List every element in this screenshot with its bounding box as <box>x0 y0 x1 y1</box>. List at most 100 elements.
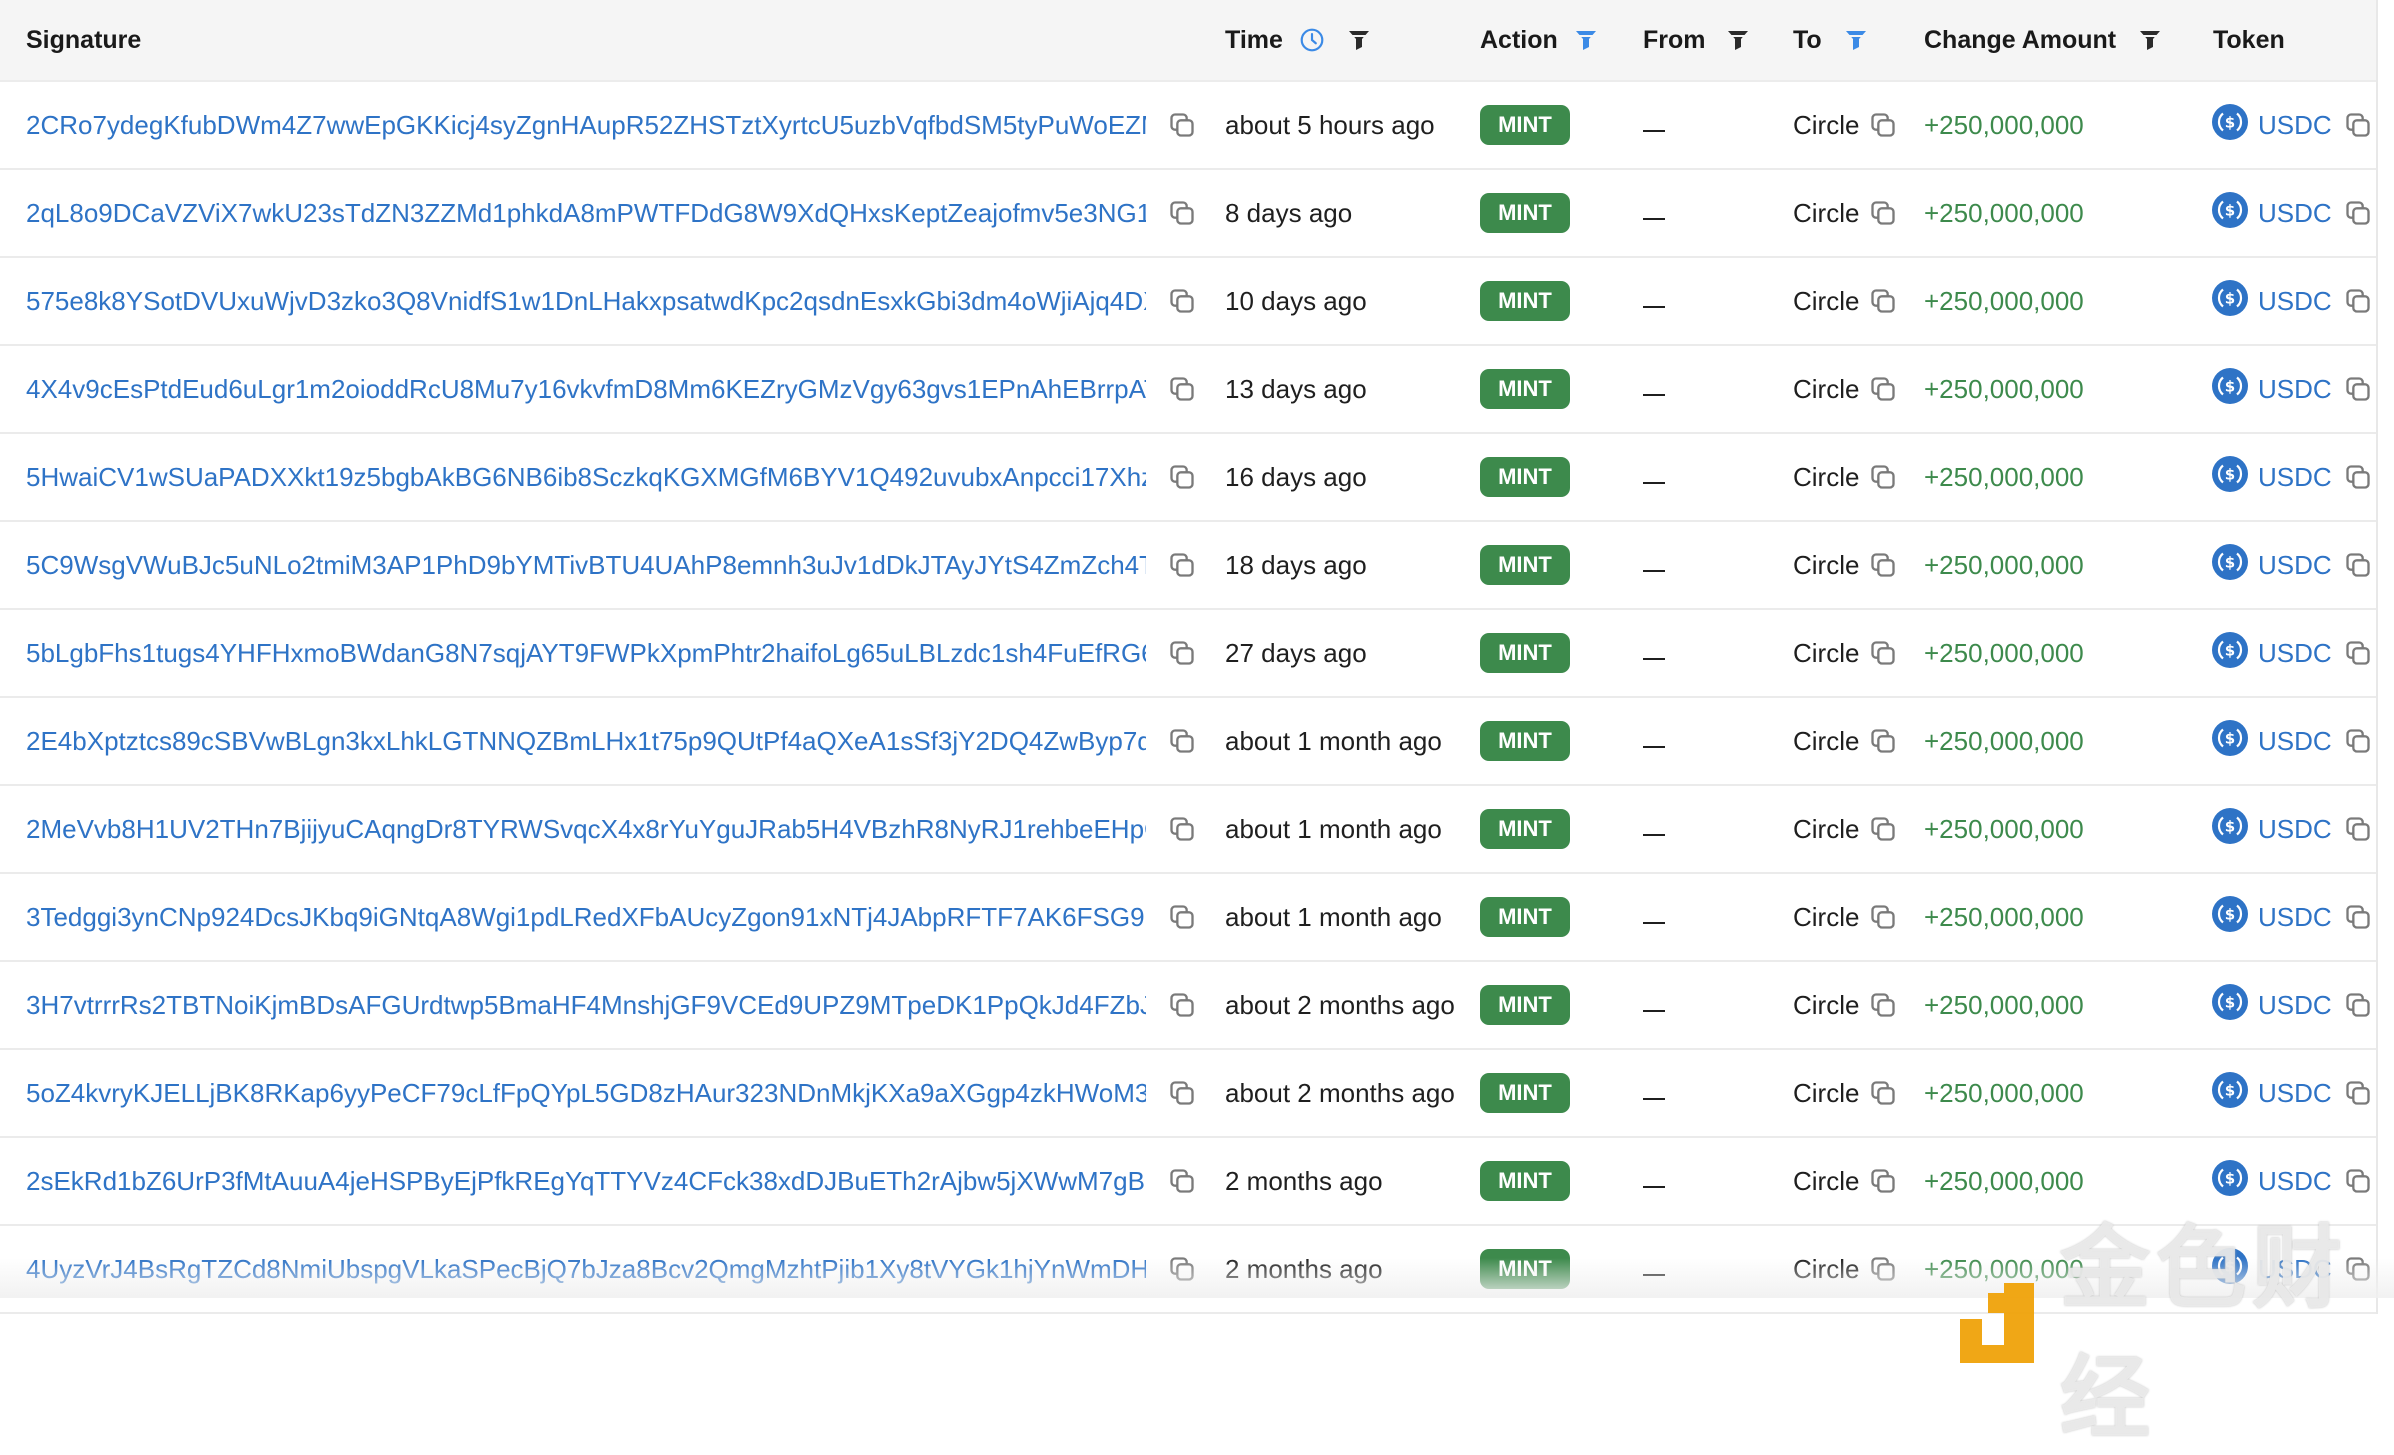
signature-link[interactable]: 2qL8o9DCaVZViX7wkU23sTdZN3ZZMd1phkdA8mPW… <box>26 198 1146 229</box>
token-link[interactable]: USDC <box>2258 1078 2332 1109</box>
signature-link[interactable]: 2E4bXptztcs89cSBVwBLgn3kxLhkLGTNNQZBmLHx… <box>26 726 1146 757</box>
token-link[interactable]: USDC <box>2258 638 2332 669</box>
filter-icon-active[interactable] <box>1574 28 1598 52</box>
to-label[interactable]: Circle <box>1793 462 1859 493</box>
copy-signature-button[interactable] <box>1168 82 1196 168</box>
copy-icon[interactable] <box>1869 815 1897 843</box>
copy-signature-button[interactable] <box>1168 698 1196 784</box>
copy-icon[interactable] <box>1869 1079 1897 1107</box>
signature-link[interactable]: 575e8k8YSotDVUxuWjvD3zko3Q8VnidfS1w1DnLH… <box>26 286 1146 317</box>
signature-link[interactable]: 2sEkRd1bZ6UrP3fMtAuuA4jeHSPByEjPfkREgYqT… <box>26 1166 1146 1197</box>
copy-signature-button[interactable] <box>1168 434 1196 520</box>
copy-icon[interactable] <box>1168 727 1196 755</box>
signature-link[interactable]: 3H7vtrrrRs2TBTNoiKjmBDsAFGUrdtwp5BmaHF4M… <box>26 990 1146 1021</box>
to-label[interactable]: Circle <box>1793 638 1859 669</box>
copy-icon[interactable] <box>1168 1255 1196 1283</box>
copy-icon[interactable] <box>1869 199 1897 227</box>
copy-icon[interactable] <box>2344 287 2372 315</box>
to-label[interactable]: Circle <box>1793 550 1859 581</box>
signature-link[interactable]: 4UyzVrJ4BsRgTZCd8NmiUbspgVLkaSPecBjQ7bJz… <box>26 1254 1146 1285</box>
copy-icon[interactable] <box>1168 199 1196 227</box>
token-link[interactable]: USDC <box>2258 1166 2332 1197</box>
token-link[interactable]: USDC <box>2258 990 2332 1021</box>
signature-link[interactable]: 5oZ4kvryKJELLjBK8RKap6yyPeCF79cLfFpQYpL5… <box>26 1078 1146 1109</box>
copy-signature-button[interactable] <box>1168 610 1196 696</box>
token-link[interactable]: USDC <box>2258 462 2332 493</box>
copy-icon[interactable] <box>2344 1167 2372 1195</box>
copy-icon[interactable] <box>1869 287 1897 315</box>
token-link[interactable]: USDC <box>2258 198 2332 229</box>
copy-signature-button[interactable] <box>1168 346 1196 432</box>
copy-signature-button[interactable] <box>1168 786 1196 872</box>
copy-icon[interactable] <box>1869 727 1897 755</box>
copy-signature-button[interactable] <box>1168 522 1196 608</box>
copy-icon[interactable] <box>1869 551 1897 579</box>
copy-icon[interactable] <box>1168 903 1196 931</box>
copy-icon[interactable] <box>2344 903 2372 931</box>
copy-icon[interactable] <box>1168 375 1196 403</box>
token-link[interactable]: USDC <box>2258 374 2332 405</box>
copy-icon[interactable] <box>2344 639 2372 667</box>
filter-icon[interactable] <box>1347 28 1371 52</box>
signature-link[interactable]: 2MeVvb8H1UV2THn7BjijyuCAqngDr8TYRWSvqcX4… <box>26 814 1146 845</box>
copy-signature-button[interactable] <box>1168 1050 1196 1136</box>
to-label[interactable]: Circle <box>1793 1078 1859 1109</box>
copy-icon[interactable] <box>1168 551 1196 579</box>
copy-icon[interactable] <box>1869 1255 1897 1283</box>
copy-icon[interactable] <box>1869 1167 1897 1195</box>
copy-icon[interactable] <box>2344 111 2372 139</box>
copy-icon[interactable] <box>1168 991 1196 1019</box>
to-label[interactable]: Circle <box>1793 726 1859 757</box>
token-link[interactable]: USDC <box>2258 814 2332 845</box>
filter-icon[interactable] <box>1726 28 1750 52</box>
copy-icon[interactable] <box>1168 463 1196 491</box>
to-label[interactable]: Circle <box>1793 990 1859 1021</box>
token-link[interactable]: USDC <box>2258 550 2332 581</box>
copy-icon[interactable] <box>1869 111 1897 139</box>
copy-icon[interactable] <box>1869 463 1897 491</box>
to-label[interactable]: Circle <box>1793 286 1859 317</box>
to-label[interactable]: Circle <box>1793 110 1859 141</box>
copy-icon[interactable] <box>1168 1167 1196 1195</box>
copy-icon[interactable] <box>1869 639 1897 667</box>
signature-link[interactable]: 4X4v9cEsPtdEud6uLgr1m2oioddRcU8Mu7y16vkv… <box>26 374 1146 405</box>
to-label[interactable]: Circle <box>1793 198 1859 229</box>
copy-icon[interactable] <box>2344 551 2372 579</box>
token-link[interactable]: USDC <box>2258 286 2332 317</box>
copy-icon[interactable] <box>1168 815 1196 843</box>
signature-link[interactable]: 2CRo7ydegKfubDWm4Z7wwEpGKKicj4syZgnHAupR… <box>26 110 1146 141</box>
signature-link[interactable]: 5C9WsgVWuBJc5uNLo2tmiM3AP1PhD9bYMTivBTU4… <box>26 550 1146 581</box>
token-link[interactable]: USDC <box>2258 902 2332 933</box>
copy-signature-button[interactable] <box>1168 258 1196 344</box>
signature-link[interactable]: 3Tedggi3ynCNp924DcsJKbq9iGNtqA8Wgi1pdLRe… <box>26 902 1146 933</box>
copy-signature-button[interactable] <box>1168 1138 1196 1224</box>
copy-icon[interactable] <box>1869 991 1897 1019</box>
to-label[interactable]: Circle <box>1793 814 1859 845</box>
copy-signature-button[interactable] <box>1168 1226 1196 1312</box>
copy-icon[interactable] <box>2344 991 2372 1019</box>
signature-link[interactable]: 5HwaiCV1wSUaPADXXkt19z5bgbAkBG6NB6ib8Scz… <box>26 462 1146 493</box>
copy-icon[interactable] <box>2344 375 2372 403</box>
copy-icon[interactable] <box>2344 815 2372 843</box>
copy-signature-button[interactable] <box>1168 170 1196 256</box>
copy-icon[interactable] <box>2344 1079 2372 1107</box>
copy-signature-button[interactable] <box>1168 874 1196 960</box>
filter-icon-active[interactable] <box>1844 28 1868 52</box>
copy-icon[interactable] <box>1168 639 1196 667</box>
to-label[interactable]: Circle <box>1793 902 1859 933</box>
copy-icon[interactable] <box>2344 727 2372 755</box>
copy-signature-button[interactable] <box>1168 962 1196 1048</box>
to-label[interactable]: Circle <box>1793 374 1859 405</box>
token-link[interactable]: USDC <box>2258 110 2332 141</box>
copy-icon[interactable] <box>2344 199 2372 227</box>
token-link[interactable]: USDC <box>2258 726 2332 757</box>
copy-icon[interactable] <box>1869 375 1897 403</box>
copy-icon[interactable] <box>1869 903 1897 931</box>
filter-icon[interactable] <box>2138 28 2162 52</box>
copy-icon[interactable] <box>1168 287 1196 315</box>
to-label[interactable]: Circle <box>1793 1254 1859 1285</box>
copy-icon[interactable] <box>2344 463 2372 491</box>
clock-icon[interactable] <box>1299 27 1325 53</box>
to-label[interactable]: Circle <box>1793 1166 1859 1197</box>
signature-link[interactable]: 5bLgbFhs1tugs4YHFHxmoBWdanG8N7sqjAYT9FWP… <box>26 638 1146 669</box>
